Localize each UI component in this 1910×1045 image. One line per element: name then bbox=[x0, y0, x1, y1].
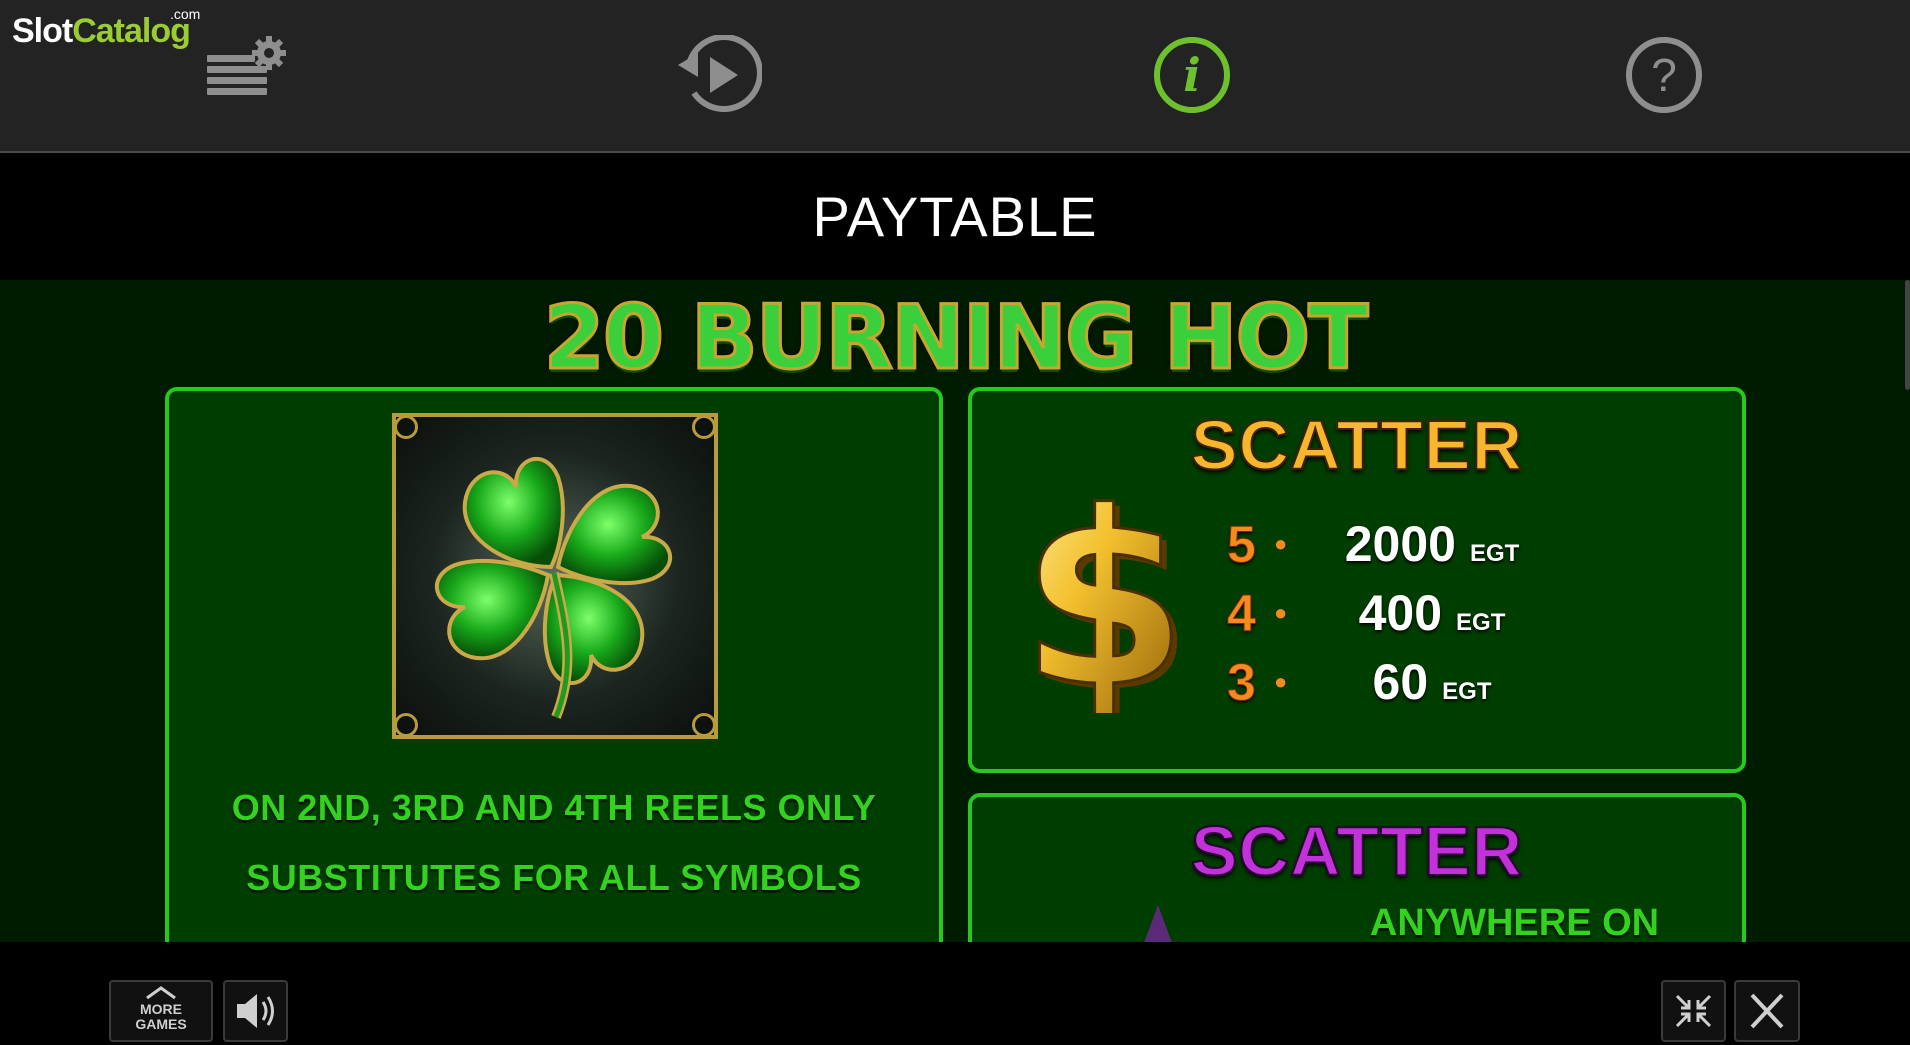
more-games-label: GAMES bbox=[135, 1016, 187, 1032]
bottom-bar: MORE GAMES bbox=[0, 942, 1910, 1045]
wild-symbol-panel: ON 2ND, 3RD AND 4TH REELS ONLY SUBSTITUT… bbox=[165, 387, 943, 942]
pay-row: 4 ● 400 EGT bbox=[972, 584, 1742, 648]
wild-rule-reels: ON 2ND, 3RD AND 4TH REELS ONLY bbox=[231, 787, 877, 828]
scatter-title: SCATTER bbox=[1190, 811, 1524, 891]
scatter-title: SCATTER bbox=[1190, 405, 1524, 485]
pay-row: 3 ● 60 EGT bbox=[972, 653, 1742, 717]
help-icon[interactable]: ? bbox=[1624, 35, 1704, 115]
svg-text:i: i bbox=[1183, 48, 1200, 102]
close-button[interactable] bbox=[1734, 980, 1800, 1042]
slotcatalog-logo: SlotCatalog .com bbox=[12, 6, 201, 50]
info-icon[interactable]: i bbox=[1152, 35, 1232, 115]
minimize-icon bbox=[1675, 994, 1712, 1028]
wild-rule-substitutes: SUBSTITUTES FOR ALL SYMBOLS bbox=[246, 857, 862, 898]
top-toolbar: SlotCatalog .com i ? bbox=[0, 0, 1910, 153]
payout-value: 2000 EGT bbox=[1344, 516, 1520, 572]
game-title-logo: 20 BURNING HOT bbox=[542, 285, 1370, 391]
dollar-scatter-panel: SCATTER $ $ 5 ● 2000 EGT 4 ● 400 EGT 3 ●… bbox=[968, 387, 1746, 773]
svg-text:?: ? bbox=[1651, 49, 1677, 101]
sound-icon bbox=[237, 994, 274, 1028]
paytable-title: PAYTABLE bbox=[0, 153, 1910, 280]
more-games-button[interactable]: MORE GAMES bbox=[109, 980, 213, 1042]
close-icon bbox=[1750, 993, 1784, 1029]
settings-icon[interactable] bbox=[203, 35, 286, 115]
more-games-label: MORE bbox=[140, 1001, 182, 1017]
minimize-button[interactable] bbox=[1661, 980, 1726, 1042]
payout-value: 60 EGT bbox=[1372, 654, 1492, 710]
sound-button[interactable] bbox=[223, 980, 288, 1042]
pay-row: 5 ● 2000 EGT bbox=[972, 515, 1742, 579]
scatter-rule-text: ANYWHERE ON bbox=[1369, 902, 1660, 942]
paytable-content[interactable]: 20 BURNING HOT ON 2ND, 3RD AND 4TH REELS… bbox=[0, 280, 1910, 942]
payout-value: 400 EGT bbox=[1358, 585, 1506, 641]
four-leaf-clover-icon bbox=[392, 413, 718, 739]
star-scatter-panel: SCATTER ANYWHERE ON bbox=[968, 793, 1746, 942]
history-replay-icon[interactable] bbox=[676, 34, 763, 115]
